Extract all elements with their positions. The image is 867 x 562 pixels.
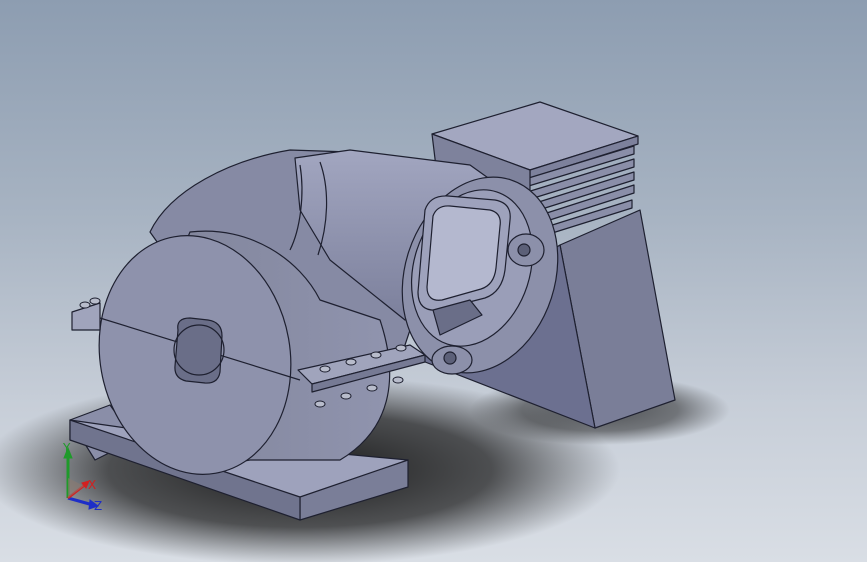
graphics-viewport[interactable]: Y X Z bbox=[0, 0, 867, 562]
flange-hole-top bbox=[517, 243, 531, 257]
bolt bbox=[89, 297, 101, 305]
flange-hole-bottom bbox=[443, 351, 457, 365]
bolt bbox=[395, 344, 407, 352]
cad-model-scene[interactable]: Y X Z bbox=[0, 0, 867, 562]
bolt bbox=[370, 351, 382, 359]
bolt bbox=[79, 301, 91, 309]
bolt bbox=[340, 392, 352, 400]
x-axis-label: X bbox=[88, 478, 96, 492]
inlet-opening bbox=[174, 317, 223, 384]
bolt bbox=[392, 376, 404, 384]
y-axis-label: Y bbox=[62, 441, 71, 455]
z-axis-label: Z bbox=[94, 499, 102, 513]
bolt bbox=[319, 365, 331, 373]
bolt bbox=[345, 358, 357, 366]
bolt bbox=[314, 400, 326, 408]
bolt bbox=[366, 384, 378, 392]
